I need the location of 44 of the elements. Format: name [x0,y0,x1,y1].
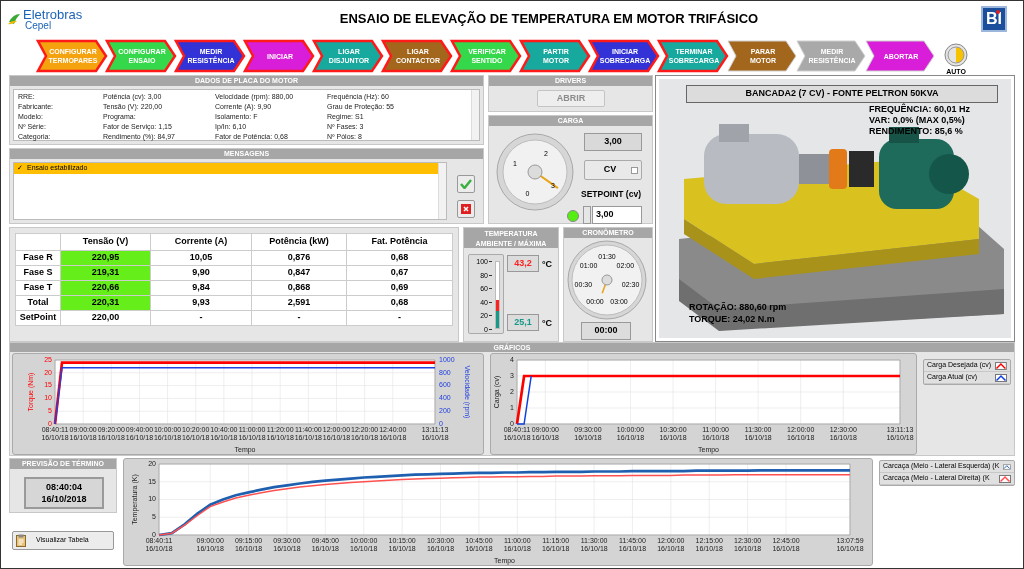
temperature-readout: 25,1 [507,314,539,331]
unit-label: °C [542,258,553,271]
temperature-readout: 43,2 [507,255,539,272]
table-cell: 0,847 [251,265,347,281]
table-cell: 0,68 [346,295,453,311]
row-header: SetPoint [15,310,61,326]
logo-subtitle: Cepel [25,20,53,31]
table-cell: 0,69 [346,280,453,296]
reading-text: FREQUÊNCIA: 60,01 Hz [869,104,971,115]
logo-name: Eletrobras [23,7,83,21]
column-header: Fat. Potência [346,233,453,251]
time-text: 08:40:04 [46,481,82,493]
table-cell: 9,93 [150,295,252,311]
window-title: ENSAIO DE ELEVAÇÃO DE TEMPERATURA EM MOTOR TRIFÁSICO [338,10,760,29]
table-cell: 0,67 [346,265,453,281]
setpoint-label: SETPOINT (cv) [581,188,641,201]
column-header: Corrente (A) [150,233,252,251]
row-header: Fase T [15,280,61,296]
table-cell: - [150,310,252,326]
bench-title: BANCADA2 (7 CV) - FONTE PELTRON 50KVA [686,85,998,103]
stopwatch-readout: 00:00 [581,322,631,340]
table-cell: 220,00 [60,310,151,326]
row-header: Fase R [15,250,61,266]
date-text: 16/10/2018 [41,493,87,505]
column-header: Potência (kW) [251,233,347,251]
table-cell: 10,05 [150,250,252,266]
column-header: Tensão (V) [60,233,151,251]
table-cell: 2,591 [251,295,347,311]
row-header: Total [15,295,61,311]
table-cell: 0,876 [251,250,347,266]
table-cell: 0,68 [346,250,453,266]
load-readout: 3,00 [584,133,642,151]
table-cell: - [346,310,453,326]
reading-text: VAR: 0,0% (MAX 0,5%) [869,115,966,126]
unit-label: °C [542,317,553,330]
table-cell: - [251,310,347,326]
row-header: Fase S [15,265,61,281]
table-cell: 9,90 [150,265,252,281]
unit-dropdown[interactable]: CV [584,160,642,180]
table-cell: 0,868 [251,280,347,296]
brand-logo: BI [981,6,1007,32]
setpoint-field[interactable]: 3,00 [592,206,642,224]
reading-text: ROTAÇÃO: 880,60 rpm [689,301,787,313]
table-cell: 9,84 [150,280,252,296]
